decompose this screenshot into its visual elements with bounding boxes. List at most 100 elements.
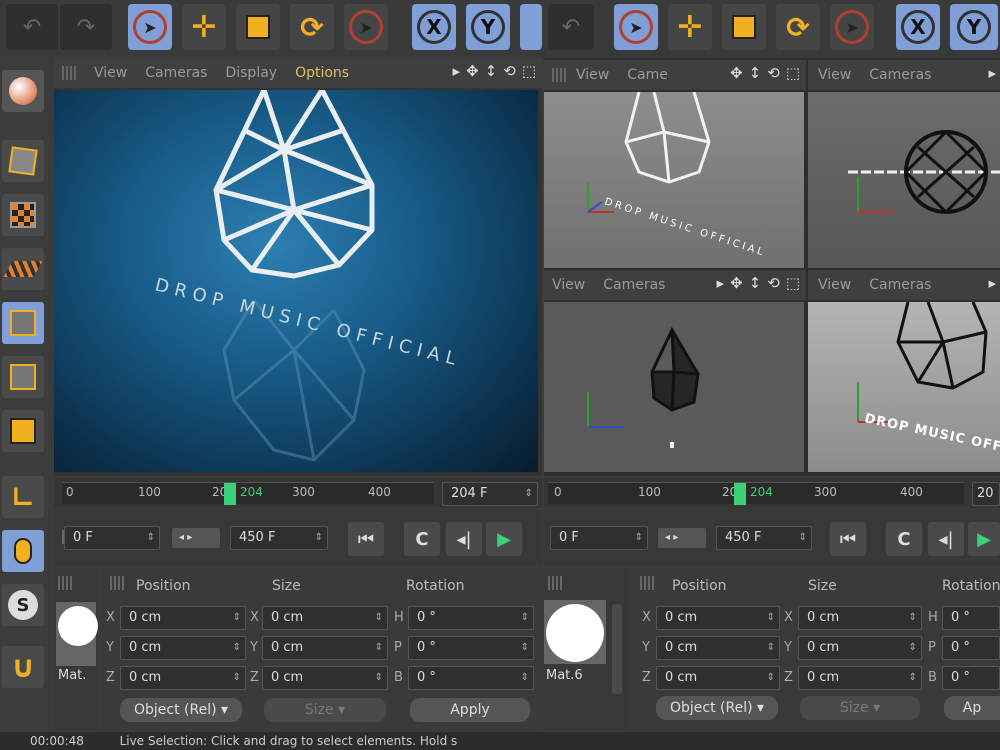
- vp-right-canvas[interactable]: [544, 302, 804, 472]
- y-axis-button[interactable]: Y: [466, 4, 510, 50]
- scrollbar[interactable]: [612, 604, 622, 694]
- start-frame-field[interactable]: 0 F ⇕: [550, 526, 648, 550]
- size-z-field[interactable]: 0 cm ⇕: [262, 666, 388, 690]
- range-slider[interactable]: ◂ ▸: [172, 528, 220, 548]
- live-selection-button-2[interactable]: ➤: [614, 4, 658, 50]
- position-z-field[interactable]: 0 cm ⇕: [120, 666, 246, 690]
- cube-object-button[interactable]: [2, 140, 44, 182]
- rotate-tool-button[interactable]: ⟳: [290, 4, 334, 50]
- play-arrow-icon[interactable]: ▸: [717, 274, 725, 292]
- end-frame-field[interactable]: 450 F ⇕: [716, 526, 812, 550]
- position-y-field[interactable]: 0 cm ⇕: [120, 636, 246, 660]
- selection-tool-button-2[interactable]: ➤: [830, 4, 874, 50]
- range-slider[interactable]: ◂ ▸: [658, 528, 706, 548]
- z-axis-button[interactable]: [520, 4, 542, 50]
- undo-button[interactable]: ↶: [6, 4, 58, 50]
- snap-button[interactable]: S: [2, 584, 44, 626]
- redo-button[interactable]: ↷: [60, 4, 112, 50]
- menu-cameras[interactable]: Cameras: [145, 65, 207, 81]
- plane-button[interactable]: [2, 248, 44, 290]
- dolly-icon[interactable]: ↕: [485, 62, 498, 80]
- orbit-icon[interactable]: ⟲: [503, 62, 516, 80]
- pan-icon[interactable]: ✥: [730, 64, 743, 82]
- menu-cameras[interactable]: Came: [627, 67, 668, 83]
- undo-button-2[interactable]: ↶: [548, 4, 594, 50]
- play-arrow-icon[interactable]: ▸: [988, 64, 996, 82]
- coordinate-mode-dropdown[interactable]: Object (Rel) ▾: [656, 696, 778, 720]
- menu-cameras[interactable]: Cameras: [869, 67, 931, 83]
- start-frame-field[interactable]: 0 F ⇕: [64, 526, 160, 550]
- edge-mode-button[interactable]: [2, 356, 44, 398]
- vp-top-canvas[interactable]: [808, 92, 1000, 268]
- pan-icon[interactable]: ✥: [466, 62, 479, 80]
- vp-front-canvas[interactable]: DROP MUSIC OFFI: [808, 301, 1000, 472]
- go-to-start-button[interactable]: ⏮: [348, 522, 384, 556]
- move-tool-button-2[interactable]: ✛: [668, 4, 712, 50]
- polygon-mode-button[interactable]: [2, 410, 44, 452]
- maximize-icon[interactable]: ⬚: [522, 62, 536, 80]
- rotation-h-field[interactable]: 0 °: [942, 606, 1000, 630]
- timeline-ruler[interactable]: 0 100 200 300 400 204: [62, 482, 434, 505]
- live-selection-button[interactable]: ➤: [128, 4, 172, 50]
- menu-cameras[interactable]: Cameras: [603, 277, 665, 293]
- menu-view[interactable]: View: [818, 277, 851, 293]
- playhead-marker[interactable]: [734, 483, 746, 505]
- magnet-button[interactable]: ∪: [2, 646, 44, 688]
- orbit-icon[interactable]: ⟲: [767, 274, 780, 292]
- rotation-p-field[interactable]: 0 ° ⇕: [408, 636, 534, 660]
- maximize-icon[interactable]: ⬚: [786, 274, 800, 292]
- move-tool-button[interactable]: ✛: [182, 4, 226, 50]
- position-x-field[interactable]: 0 cm ⇕: [120, 606, 246, 630]
- menu-view[interactable]: View: [94, 65, 127, 81]
- dolly-icon[interactable]: ↕: [749, 64, 762, 82]
- selection-tool-button[interactable]: ➤: [344, 4, 388, 50]
- rotation-h-field[interactable]: 0 ° ⇕: [408, 606, 534, 630]
- apply-button[interactable]: Ap: [944, 696, 1000, 720]
- step-back-button[interactable]: ◂|: [446, 522, 482, 556]
- apply-button[interactable]: Apply: [410, 698, 530, 722]
- size-mode-dropdown[interactable]: Size ▾: [264, 698, 386, 722]
- menu-view[interactable]: View: [576, 67, 609, 83]
- size-mode-dropdown[interactable]: Size ▾: [800, 696, 920, 720]
- rotation-p-field[interactable]: 0 °: [942, 636, 1000, 660]
- rotation-b-field[interactable]: 0 ° ⇕: [408, 666, 534, 690]
- position-y-field[interactable]: 0 cm ⇕: [656, 636, 780, 660]
- menu-view[interactable]: View: [818, 67, 851, 83]
- play-arrow-icon[interactable]: ▸: [453, 62, 461, 80]
- current-frame-field[interactable]: 204 F ⇕: [442, 482, 538, 506]
- sphere-object-button[interactable]: [2, 70, 44, 112]
- size-x-field[interactable]: 0 cm ⇕: [798, 606, 922, 630]
- checker-cube-button[interactable]: [2, 194, 44, 236]
- menu-view[interactable]: View: [552, 277, 585, 293]
- orbit-icon[interactable]: ⟲: [767, 64, 780, 82]
- size-y-field[interactable]: 0 cm ⇕: [262, 636, 388, 660]
- step-back-button[interactable]: ◂|: [928, 522, 964, 556]
- menu-options[interactable]: Options: [295, 65, 349, 81]
- size-y-field[interactable]: 0 cm ⇕: [798, 636, 922, 660]
- play-button[interactable]: ▶: [486, 522, 522, 556]
- x-axis-button-2[interactable]: X: [896, 4, 940, 50]
- timeline-ruler[interactable]: 0 100 200 300 400 204: [548, 482, 964, 505]
- tweak-mode-button[interactable]: [2, 530, 44, 572]
- play-button[interactable]: ▶: [968, 522, 1000, 556]
- size-x-field[interactable]: 0 cm ⇕: [262, 606, 388, 630]
- position-x-field[interactable]: 0 cm ⇕: [656, 606, 780, 630]
- y-axis-button-2[interactable]: Y: [950, 4, 998, 50]
- position-z-field[interactable]: 0 cm ⇕: [656, 666, 780, 690]
- size-z-field[interactable]: 0 cm ⇕: [798, 666, 922, 690]
- go-to-start-button[interactable]: ⏮: [830, 522, 866, 556]
- menu-display[interactable]: Display: [225, 65, 277, 81]
- axis-mode-button[interactable]: ∟: [2, 476, 44, 518]
- vp-perspective-canvas[interactable]: DROP MUSIC OFFICIAL: [544, 91, 804, 268]
- pan-icon[interactable]: ✥: [730, 274, 743, 292]
- coordinate-mode-dropdown[interactable]: Object (Rel) ▾: [120, 698, 242, 722]
- maximize-icon[interactable]: ⬚: [786, 64, 800, 82]
- point-mode-button[interactable]: [2, 302, 44, 344]
- dolly-icon[interactable]: ↕: [749, 274, 762, 292]
- rotate-tool-button-2[interactable]: ⟳: [776, 4, 820, 50]
- previous-key-button[interactable]: C: [404, 522, 440, 556]
- scale-tool-button-2[interactable]: [722, 4, 766, 50]
- end-frame-field[interactable]: 450 F ⇕: [230, 526, 328, 550]
- render-canvas[interactable]: DROP MUSIC OFFICIAL: [54, 90, 538, 472]
- play-arrow-icon[interactable]: ▸: [988, 274, 996, 292]
